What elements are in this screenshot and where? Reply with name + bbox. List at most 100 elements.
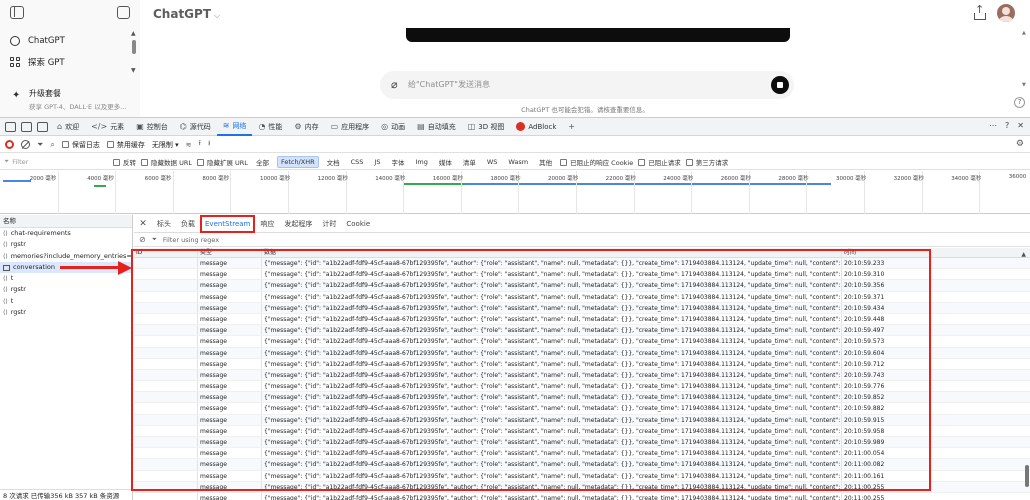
upload-icon[interactable]: ⭱	[199, 139, 201, 150]
table-row[interactable]: message {"message": {"id": "a1b22adf-fdf9…	[134, 325, 1030, 337]
type-filter-doc[interactable]: 文档	[324, 156, 343, 168]
type-filter-css[interactable]: CSS	[348, 157, 367, 167]
type-filter-media[interactable]: 媒体	[436, 156, 455, 168]
inspect-element-icon[interactable]	[5, 121, 16, 132]
record-icon[interactable]	[5, 140, 14, 149]
scroll-up-icon[interactable]: ▲	[131, 30, 136, 37]
help-icon[interactable]: ?	[1005, 121, 1009, 130]
tab-cookies[interactable]: Cookie	[341, 215, 375, 233]
type-filter-js[interactable]: JS	[371, 157, 383, 167]
tab-performance[interactable]: ◔ 性能	[252, 118, 288, 136]
table-row[interactable]: message {"message": {"id": "a1b22adf-fdf9…	[134, 258, 1030, 270]
tab-animations[interactable]: ◎ 动画	[375, 118, 411, 136]
tab-eventstream[interactable]: EventStream	[200, 214, 256, 233]
type-filter-ws[interactable]: WS	[484, 157, 501, 167]
table-row[interactable]: message {"message": {"id": "a1b22adf-fdf9…	[134, 392, 1030, 404]
more-tabs-button[interactable]: +	[562, 118, 581, 136]
table-row[interactable]: message {"message": {"id": "a1b22adf-fdf9…	[134, 302, 1030, 314]
chat-scrollbar[interactable]: ▲ ▼	[1022, 30, 1028, 90]
scroll-down-icon[interactable]: ▼	[1022, 82, 1026, 88]
more-options-icon[interactable]: ⋯	[989, 121, 997, 130]
dock-icon[interactable]	[37, 121, 48, 132]
table-row[interactable]: message {"message": {"id": "a1b22adf-fdf9…	[134, 369, 1030, 382]
tab-memory[interactable]: ⚙ 内存	[288, 118, 324, 136]
table-row[interactable]: message {"message": {"id": "a1b22adf-fdf9…	[134, 470, 1030, 482]
tab-adblock[interactable]: AdBlock	[510, 118, 562, 136]
disable-cache-checkbox[interactable]: 禁用缓存	[106, 140, 145, 150]
type-filter-wasm[interactable]: Wasm	[505, 157, 531, 167]
tab-timing[interactable]: 计时	[317, 215, 341, 233]
request-row[interactable]: ⟨⟩ chat-requirements	[0, 228, 132, 239]
new-chat-icon[interactable]	[117, 6, 130, 19]
column-id[interactable]: ID	[134, 248, 198, 257]
blocked-requests-checkbox[interactable]: 已阻止请求	[638, 157, 681, 167]
clear-icon[interactable]: ⊘	[139, 235, 146, 244]
message-input[interactable]: 给"ChatGPT"发送消息	[408, 79, 490, 90]
table-row[interactable]: message {"message": {"id": "a1b22adf-fdf9…	[134, 459, 1030, 471]
table-row[interactable]: message {"message": {"id": "a1b22adf-fdf9…	[134, 313, 1030, 326]
table-row[interactable]: message {"message": {"id": "a1b22adf-fdf9…	[134, 269, 1030, 281]
scroll-up-icon[interactable]: ▲	[1022, 30, 1026, 36]
request-row[interactable]: ⟨⟩ rgstr	[0, 284, 132, 295]
table-row[interactable]: message {"message": {"id": "a1b22adf-fdf9…	[134, 381, 1030, 393]
type-filter-other[interactable]: 其他	[536, 156, 555, 168]
blocked-cookies-checkbox[interactable]: 已阻止的响应 Cookie	[560, 157, 633, 167]
attach-icon[interactable]: ⌀	[391, 78, 398, 91]
device-toolbar-icon[interactable]	[21, 121, 32, 132]
scroll-thumb[interactable]	[1025, 465, 1029, 487]
help-button[interactable]: ?	[1014, 97, 1025, 108]
table-row[interactable]: message {"message": {"id": "a1b22adf-fdf9…	[134, 425, 1030, 437]
tab-sources[interactable]: ⌬ 源代码	[174, 118, 217, 136]
tab-console[interactable]: ▣ 控制台	[130, 118, 174, 136]
table-row[interactable]: message {"message": {"id": "a1b22adf-fdf9…	[134, 358, 1030, 370]
share-icon[interactable]	[973, 3, 987, 21]
table-row[interactable]: message {"message": {"id": "a1b22adf-fdf9…	[134, 448, 1030, 460]
close-icon[interactable]: ✕	[134, 219, 152, 229]
filter-input[interactable]: ⏷ Filter	[4, 157, 108, 166]
sidebar-item-explore-gpt[interactable]: 探索 GPT	[10, 53, 65, 71]
column-time[interactable]: 时间	[842, 248, 1028, 257]
table-row[interactable]: message {"message": {"id": "a1b22adf-fdf9…	[134, 291, 1030, 303]
filter-funnel-icon[interactable]: ⏷	[37, 140, 43, 150]
request-row[interactable]: ⟨⟩ rgstr	[0, 239, 132, 250]
preserve-log-checkbox[interactable]: 保留日志	[61, 140, 100, 150]
table-row[interactable]: message {"message": {"id": "a1b22adf-fdf9…	[134, 492, 1030, 500]
tab-welcome[interactable]: ⌂ 欢迎	[51, 118, 85, 136]
sidebar-item-chatgpt[interactable]: ChatGPT	[10, 32, 65, 50]
scroll-thumb[interactable]	[132, 40, 136, 54]
request-row[interactable]: ⟨⟩ t	[0, 296, 132, 307]
sidebar-scrollbar[interactable]: ▲ ▼	[130, 30, 138, 78]
table-row[interactable]: message {"message": {"id": "a1b22adf-fdf9…	[134, 437, 1030, 449]
download-icon[interactable]: ⭳	[208, 139, 210, 150]
request-row[interactable]: ⟨⟩ rgstr	[0, 307, 132, 318]
type-filter-img[interactable]: Img	[412, 157, 430, 167]
throttle-select[interactable]: 无限制 ▾	[152, 140, 179, 150]
hide-ext-urls-checkbox[interactable]: 隐藏扩展 URL	[196, 157, 248, 167]
model-selector[interactable]: ChatGPT ⌵	[153, 7, 220, 21]
scroll-down-icon[interactable]: ▼	[131, 67, 136, 74]
table-row[interactable]: message {"message": {"id": "a1b22adf-fdf9…	[134, 336, 1030, 348]
search-icon[interactable]: ⌕	[50, 140, 54, 150]
table-row[interactable]: message {"message": {"id": "a1b22adf-fdf9…	[134, 403, 1030, 415]
table-row[interactable]: message {"message": {"id": "a1b22adf-fdf9…	[134, 280, 1030, 292]
type-filter-all[interactable]: 全部	[253, 156, 272, 168]
column-type[interactable]: 类型	[198, 248, 262, 257]
table-row[interactable]: message {"message": {"id": "a1b22adf-fdf9…	[134, 347, 1030, 359]
tab-elements[interactable]: </> 元素	[85, 118, 130, 136]
clear-icon[interactable]	[21, 140, 30, 149]
sidebar-toggle-icon[interactable]	[10, 6, 24, 19]
table-row[interactable]: message {"message": {"id": "a1b22adf-fdf9…	[134, 414, 1030, 426]
regex-filter-input[interactable]: Filter using regex	[163, 236, 219, 244]
tab-3d-view[interactable]: ◫ 3D 视图	[462, 118, 511, 136]
tab-autofill[interactable]: ▤ 自动填充	[411, 118, 462, 136]
avatar[interactable]	[997, 4, 1015, 22]
gear-icon[interactable]: ⚙	[1016, 139, 1024, 149]
close-icon[interactable]: ✕	[1017, 121, 1024, 130]
hide-data-urls-checkbox[interactable]: 隐藏数据 URL	[141, 157, 192, 167]
stop-button[interactable]	[771, 76, 789, 94]
table-row[interactable]: message {"message": {"id": "a1b22adf-fdf9…	[134, 481, 1030, 493]
tab-network[interactable]: ≋ 网络	[216, 118, 253, 136]
third-party-checkbox[interactable]: 第三方请求	[685, 157, 728, 167]
network-overview-timeline[interactable]: 2000 毫秒 4000 毫秒 6000 毫秒 8000 毫秒 10000 毫秒 1200…	[0, 171, 1030, 214]
tab-headers[interactable]: 标头	[152, 215, 176, 233]
